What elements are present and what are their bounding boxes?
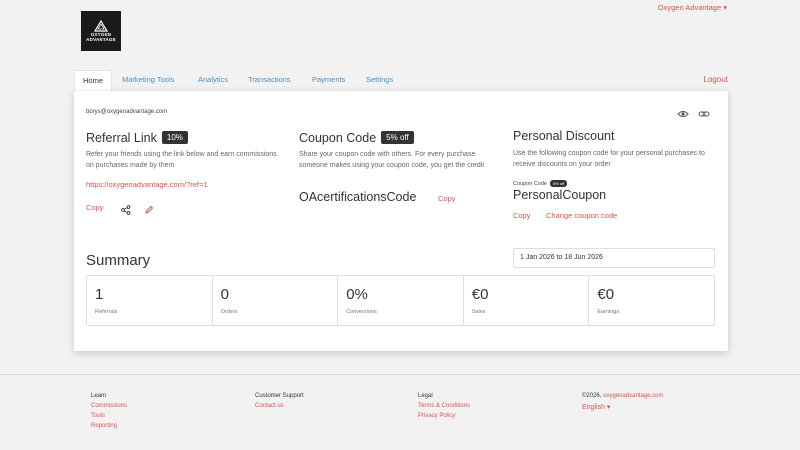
stat-referrals: 1 Referrals (87, 276, 213, 325)
copyright-link[interactable]: oxygenadvantage.com (603, 393, 663, 399)
change-coupon-button[interactable]: Change coupon code (546, 211, 617, 220)
link-icon[interactable] (698, 107, 710, 119)
discount-code-label-row: Coupon Code 5% off (513, 180, 568, 187)
stat-label: Referrals (95, 309, 118, 315)
stat-value: 1 (95, 286, 104, 303)
stat-sales: €0 Sales (464, 276, 590, 325)
coupon-description: Share your coupon code with others. For … (299, 151, 485, 169)
discount-copy-button[interactable]: Copy (513, 211, 531, 220)
tab-transactions[interactable]: Transactions (248, 70, 291, 91)
coupon-title: Coupon Code (299, 131, 377, 145)
tab-analytics[interactable]: Analytics (198, 70, 228, 91)
footer-support: Customer Support Contact us (255, 393, 304, 413)
footer-link-privacy[interactable]: Privacy Policy (418, 413, 470, 419)
stat-label: Orders (220, 309, 238, 315)
footer-link-commissions[interactable]: Commissions (91, 403, 127, 409)
logo[interactable]: OXYGEN ADVANTAGE (81, 11, 121, 51)
eye-icon[interactable] (677, 107, 689, 119)
discount-title: Personal Discount (513, 129, 615, 143)
date-range-input[interactable]: 1 Jan 2026 to 18 Jun 2026 (513, 248, 715, 268)
referral-badge: 10% (161, 131, 188, 145)
tab-settings[interactable]: Settings (366, 70, 393, 91)
share-icon[interactable] (121, 202, 131, 215)
footer-copyright: ©2026, oxygenadvantage.com (582, 393, 663, 399)
stat-label: Earnings (597, 309, 620, 315)
footer-link-tools[interactable]: Tools (91, 413, 127, 419)
discount-code: PersonalCoupon (513, 188, 607, 202)
tab-payments[interactable]: Payments (312, 70, 345, 91)
footer-legal: Legal Terms & Conditions Privacy Policy (418, 393, 470, 423)
coupon-code: OAcertificationsCode (299, 190, 417, 204)
stat-value: €0 (597, 286, 615, 303)
tab-home[interactable]: Home (74, 70, 113, 91)
referral-link[interactable]: https://oxygenadvantage.com/?ref=1 (86, 180, 208, 189)
tab-marketing-tools[interactable]: Marketing Tools (122, 70, 174, 91)
coupon-heading: Coupon Code 5% off (299, 129, 414, 147)
account-email: borys@oxygenadvantage.com (86, 109, 168, 115)
footer-support-title: Customer Support (255, 393, 304, 399)
footer-learn-title: Learn (91, 393, 107, 399)
edit-icon[interactable] (144, 202, 154, 214)
language-selector[interactable]: English ▾ (582, 403, 663, 411)
stat-orders: 0 Orders (213, 276, 339, 325)
stat-value: 0 (220, 286, 229, 303)
footer-legal-title: Legal (418, 393, 433, 399)
footer-link-terms[interactable]: Terms & Conditions (418, 403, 470, 409)
stat-earnings: €0 Earnings (589, 276, 714, 325)
footer-link-contact[interactable]: Contact us (255, 403, 304, 409)
summary-stats: 1 Referrals 0 Orders 0% Conversions €0 S… (86, 275, 715, 326)
stat-value: €0 (471, 286, 489, 303)
coupon-badge: 5% off (381, 131, 414, 145)
footer-link-reporting[interactable]: Reporting (91, 423, 127, 429)
referral-title: Referral Link (86, 131, 157, 145)
footer-divider (0, 374, 800, 375)
logo-mark-icon (94, 20, 108, 32)
footer-meta: ©2026, oxygenadvantage.com English ▾ (582, 393, 663, 415)
dashboard-card: borys@oxygenadvantage.com Referral Link 1… (74, 91, 728, 351)
coupon-copy-button[interactable]: Copy (438, 194, 456, 203)
logo-text-2: ADVANTAGE (86, 37, 116, 42)
account-menu[interactable]: Oxygen Advantage ▾ (658, 3, 727, 12)
stat-value: 0% (346, 286, 368, 303)
discount-description: Use the following coupon code for your p… (513, 150, 705, 168)
stat-label: Sales (471, 309, 486, 315)
summary-title: Summary (86, 252, 151, 269)
logout-link[interactable]: Logout (704, 70, 728, 90)
discount-code-label: Coupon Code (513, 180, 547, 187)
copyright-prefix: ©2026, (582, 393, 602, 399)
footer-learn: Learn Commissions Tools Reporting (91, 393, 127, 433)
referral-copy-button[interactable]: Copy (86, 203, 104, 212)
discount-code-badge: 5% off (549, 180, 568, 187)
referral-heading: Referral Link 10% (86, 129, 188, 147)
referral-description: Refer your friends using the link below … (86, 151, 277, 169)
stat-conversions: 0% Conversions (338, 276, 464, 325)
main-nav: Home Marketing Tools Analytics Transacti… (74, 70, 728, 91)
stat-label: Conversions (346, 309, 377, 315)
